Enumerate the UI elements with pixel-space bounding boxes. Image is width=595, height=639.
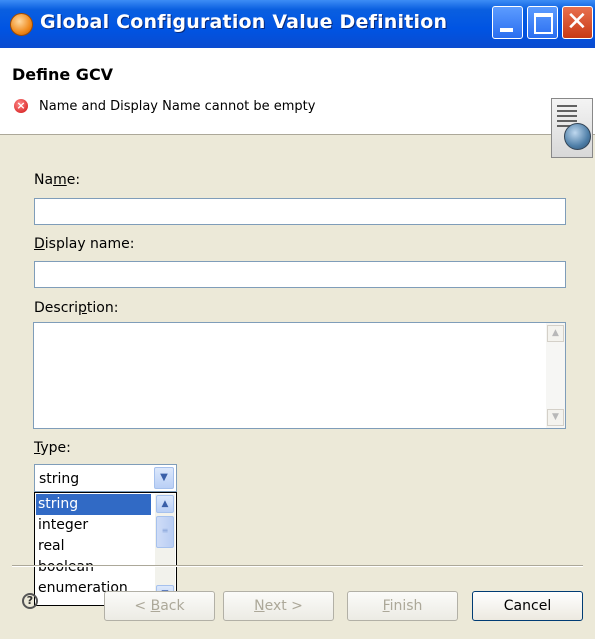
page-title: Define GCV [12, 65, 114, 84]
type-option-real[interactable]: real [36, 536, 151, 557]
minimize-button[interactable] [492, 6, 523, 39]
scroll-thumb[interactable]: ≡ [156, 516, 174, 548]
next-button-label: ext > [264, 598, 303, 614]
footer-separator [12, 565, 583, 567]
description-mnemonic: p [78, 300, 87, 316]
next-button[interactable]: Next > [223, 591, 334, 621]
finish-button-label: inish [389, 598, 423, 614]
finish-button-mnemonic: F [382, 598, 390, 614]
type-label-text: ype: [40, 440, 71, 456]
type-option-boolean[interactable]: boolean [36, 557, 151, 578]
type-combobox[interactable]: string ▼ [34, 464, 177, 492]
description-label-text: Descri [34, 300, 79, 316]
display-name-mnemonic: D [34, 236, 45, 252]
title-bar: Global Configuration Value Definition ✕ [0, 0, 595, 48]
scroll-up-icon[interactable]: ▲ [547, 325, 564, 342]
banner-icon [551, 98, 593, 158]
type-selected-value: string [39, 471, 80, 487]
app-icon [10, 13, 33, 36]
wizard-header: Define GCV × Name and Display Name canno… [0, 48, 595, 158]
help-icon[interactable]: ? [22, 593, 38, 609]
next-button-mnemonic: N [254, 598, 265, 614]
back-button-mnemonic: B [150, 598, 161, 614]
error-icon: × [14, 99, 28, 113]
close-icon: ✕ [566, 7, 588, 37]
back-button-prefix: < [134, 598, 151, 614]
dropdown-scrollbar[interactable]: ▲ ≡ ▼ [155, 494, 175, 604]
display-name-label: Display name: [34, 236, 134, 252]
close-button[interactable]: ✕ [562, 6, 593, 39]
name-label-text-end: e: [66, 172, 81, 188]
cancel-button[interactable]: Cancel [472, 591, 583, 621]
description-scrollbar[interactable]: ▲ ▼ [546, 323, 565, 428]
error-message: Name and Display Name cannot be empty [39, 99, 316, 114]
type-option-integer[interactable]: integer [36, 515, 151, 536]
type-dropdown-list[interactable]: string integer real boolean enumeration … [34, 492, 177, 606]
back-button[interactable]: < Back [104, 591, 215, 621]
description-label: Description: [34, 300, 118, 316]
type-option-string[interactable]: string [36, 494, 151, 515]
description-textarea[interactable]: ▲ ▼ [33, 322, 566, 429]
back-button-label: ack [160, 598, 185, 614]
display-name-label-text: isplay name: [44, 236, 135, 252]
globe-icon [564, 123, 591, 150]
finish-button[interactable]: Finish [347, 591, 458, 621]
window-title: Global Configuration Value Definition [40, 11, 448, 33]
combo-arrow-icon[interactable]: ▼ [154, 467, 174, 489]
name-input[interactable] [34, 198, 566, 225]
name-label-mnemonic: m [53, 172, 67, 188]
scroll-up-icon[interactable]: ▲ [156, 495, 174, 513]
maximize-button[interactable] [527, 6, 558, 39]
name-label-text: Na [34, 172, 54, 188]
display-name-input[interactable] [34, 261, 566, 288]
description-label-text-end: tion: [86, 300, 119, 316]
scroll-down-icon[interactable]: ▼ [547, 409, 564, 426]
name-label: Name: [34, 172, 80, 188]
type-label: Type: [34, 440, 71, 456]
